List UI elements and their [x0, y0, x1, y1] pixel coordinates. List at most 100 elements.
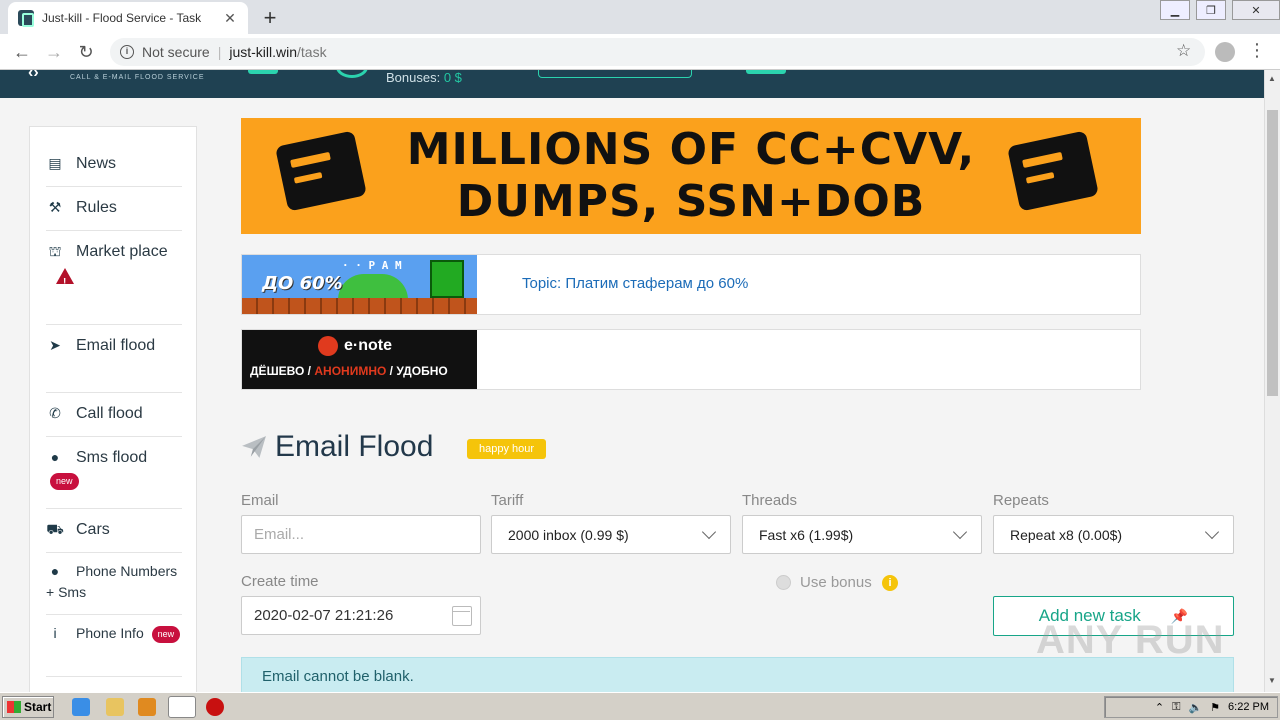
- chrome-taskbar-icon[interactable]: [168, 696, 196, 718]
- scroll-thumb[interactable]: [1267, 110, 1278, 396]
- ad-row-stafferam[interactable]: · · Р А М ДО 60% Topic: Платим стаферам …: [241, 254, 1141, 315]
- restore-icon[interactable]: ❐: [1196, 0, 1226, 20]
- gavel-icon: ⚒: [48, 199, 62, 215]
- header-deposit-icon[interactable]: [248, 70, 278, 74]
- bookmark-star-icon[interactable]: ☆: [1176, 41, 1191, 61]
- url-host: just-kill.win: [229, 44, 298, 60]
- ad-topic-link[interactable]: Topic: Платим стаферам до 60%: [522, 275, 748, 292]
- info-icon: i: [53, 625, 57, 641]
- enote-tagline: ДЁШЕВО / АНОНИМНО / УДОБНО: [250, 364, 448, 378]
- sidebar-item-cars[interactable]: ⛟ Cars: [46, 517, 182, 553]
- logo-subtitle: CALL & E-MAIL FLOOD SERVICE: [70, 74, 205, 81]
- warning-icon: [56, 268, 74, 295]
- sidebar: ▤News ⚒Rules ⛫Market place ➤Email flood …: [29, 126, 197, 692]
- bonuses-label: Bonuses:: [386, 70, 441, 85]
- profile-avatar-icon[interactable]: [1215, 42, 1235, 62]
- page-title: Email Flood: [241, 430, 433, 464]
- phone-icon: ✆: [49, 405, 61, 421]
- start-label: Start: [24, 700, 52, 714]
- site-header: ‹› CALL & E-MAIL FLOOD SERVICE Bonuses: …: [0, 70, 1264, 98]
- sidebar-item-label: Call flood: [76, 405, 143, 422]
- clock[interactable]: 6:22 PM: [1228, 701, 1269, 713]
- browser-menu-icon[interactable]: ⋮: [1248, 40, 1266, 61]
- hill-shape: [338, 274, 408, 300]
- back-icon[interactable]: ←: [10, 40, 34, 64]
- car-icon: ⛟: [46, 521, 64, 537]
- brick-ground: [242, 298, 477, 314]
- sidebar-item-phone-numbers[interactable]: ● Phone Numbers + Sms: [46, 561, 182, 615]
- threads-select[interactable]: Fast x6 (1.99$): [742, 515, 982, 554]
- tag-convenient: УДОБНО: [396, 364, 448, 378]
- sidebar-item-rules[interactable]: ⚒ Rules: [46, 195, 182, 231]
- page-title-text: Email Flood: [275, 430, 434, 463]
- tab-close-icon[interactable]: ✕: [222, 10, 238, 27]
- media-player-icon[interactable]: [138, 698, 156, 716]
- header-user-icon[interactable]: [746, 70, 786, 74]
- repeats-select[interactable]: Repeat x8 (0.00$): [993, 515, 1234, 554]
- sidebar-item-marketplace[interactable]: ⛫ Market place: [46, 239, 182, 325]
- sidebar-item-label: Email flood: [76, 337, 156, 354]
- tab-title: Just-kill - Flood Service - Task: [42, 11, 202, 25]
- enote-logo-icon: [318, 336, 338, 356]
- windows-taskbar: Start ⌃ ⚿ 🔈 ⚑ 6:22 PM: [0, 692, 1280, 720]
- header-button[interactable]: [538, 70, 692, 78]
- comments-icon: ●: [50, 563, 60, 579]
- scroll-down-icon[interactable]: ▼: [1268, 676, 1276, 685]
- sidebar-item-phone-info[interactable]: i Phone Info new: [46, 623, 182, 677]
- sidebar-item-label: News: [76, 155, 117, 172]
- email-input[interactable]: Email...: [241, 515, 481, 554]
- cc-dumps-banner[interactable]: MILLIONS OF CC+CVV, DUMPS, SSN+DOB: [241, 118, 1141, 234]
- create-time-input[interactable]: 2020-02-07 21:21:26: [241, 596, 481, 635]
- ie-icon[interactable]: [72, 698, 90, 716]
- tariff-label: Tariff: [491, 492, 524, 509]
- calendar-icon[interactable]: [452, 605, 472, 626]
- minimize-icon[interactable]: ▁: [1160, 0, 1190, 20]
- address-bar[interactable]: i Not secure | just-kill.win/task: [110, 38, 1205, 66]
- browser-tab[interactable]: Just-kill - Flood Service - Task ✕: [8, 2, 248, 34]
- paper-plane-icon: ➤: [49, 337, 61, 353]
- comments-icon: ●: [50, 449, 60, 465]
- url-path: /task: [297, 44, 327, 60]
- tariff-select[interactable]: 2000 inbox (0.99 $): [491, 515, 731, 554]
- tariff-value: 2000 inbox (0.99 $): [508, 526, 629, 543]
- sidebar-item-news[interactable]: ▤ News: [46, 151, 182, 187]
- use-bonus-radio[interactable]: [776, 575, 791, 590]
- windows-flag-icon: [7, 701, 21, 713]
- stop-icon[interactable]: [206, 698, 224, 716]
- reload-icon[interactable]: ↻: [74, 40, 98, 64]
- sidebar-item-label: Cars: [76, 521, 110, 538]
- threads-value: Fast x6 (1.99$): [759, 526, 854, 543]
- site-favicon-icon: [18, 10, 34, 27]
- tray-chevron-icon[interactable]: ⌃: [1155, 701, 1164, 714]
- threads-label: Threads: [742, 492, 798, 509]
- bonus-info-icon[interactable]: i: [882, 575, 898, 591]
- site-logo-icon[interactable]: ‹›: [28, 70, 39, 82]
- new-badge: new: [151, 625, 181, 643]
- window-close-icon[interactable]: ✕: [1232, 0, 1280, 20]
- new-tab-icon[interactable]: +: [258, 5, 282, 31]
- site-info-icon[interactable]: i: [120, 45, 134, 59]
- sidebar-item-label: Sms flood: [76, 449, 148, 466]
- flag-icon[interactable]: ⚑: [1210, 701, 1220, 714]
- browser-tabbar: Just-kill - Flood Service - Task ✕ + ▁ ❐…: [0, 0, 1280, 34]
- chevron-down-icon: [1204, 524, 1220, 540]
- enote-ad-image[interactable]: e·note ДЁШЕВО / АНОНИМНО / УДОБНО: [242, 330, 477, 389]
- mario-ad-image[interactable]: · · Р А М ДО 60%: [242, 255, 477, 314]
- header-balance-icon: [336, 70, 368, 78]
- folder-icon[interactable]: [106, 698, 124, 716]
- sidebar-item-sms-flood[interactable]: ● Sms flood new: [46, 445, 182, 509]
- sidebar-item-call-flood[interactable]: ✆ Call flood: [46, 401, 182, 437]
- sidebar-item-email-flood[interactable]: ➤ Email flood: [46, 333, 182, 393]
- create-time-label: Create time: [241, 573, 319, 590]
- forward-icon[interactable]: →: [42, 40, 66, 64]
- paper-plane-icon: [242, 436, 266, 458]
- volume-icon[interactable]: 🔈: [1188, 701, 1202, 714]
- enote-logo-text: e·note: [344, 337, 392, 355]
- sidebar-item-label: Rules: [76, 199, 117, 216]
- page-scrollbar[interactable]: ▲ ▼: [1264, 70, 1280, 692]
- scroll-up-icon[interactable]: ▲: [1268, 74, 1276, 83]
- new-badge: new: [50, 473, 79, 491]
- start-button[interactable]: Start: [2, 696, 54, 718]
- ad-row-enote[interactable]: e·note ДЁШЕВО / АНОНИМНО / УДОБНО: [241, 329, 1141, 390]
- network-icon[interactable]: ⚿: [1172, 701, 1180, 714]
